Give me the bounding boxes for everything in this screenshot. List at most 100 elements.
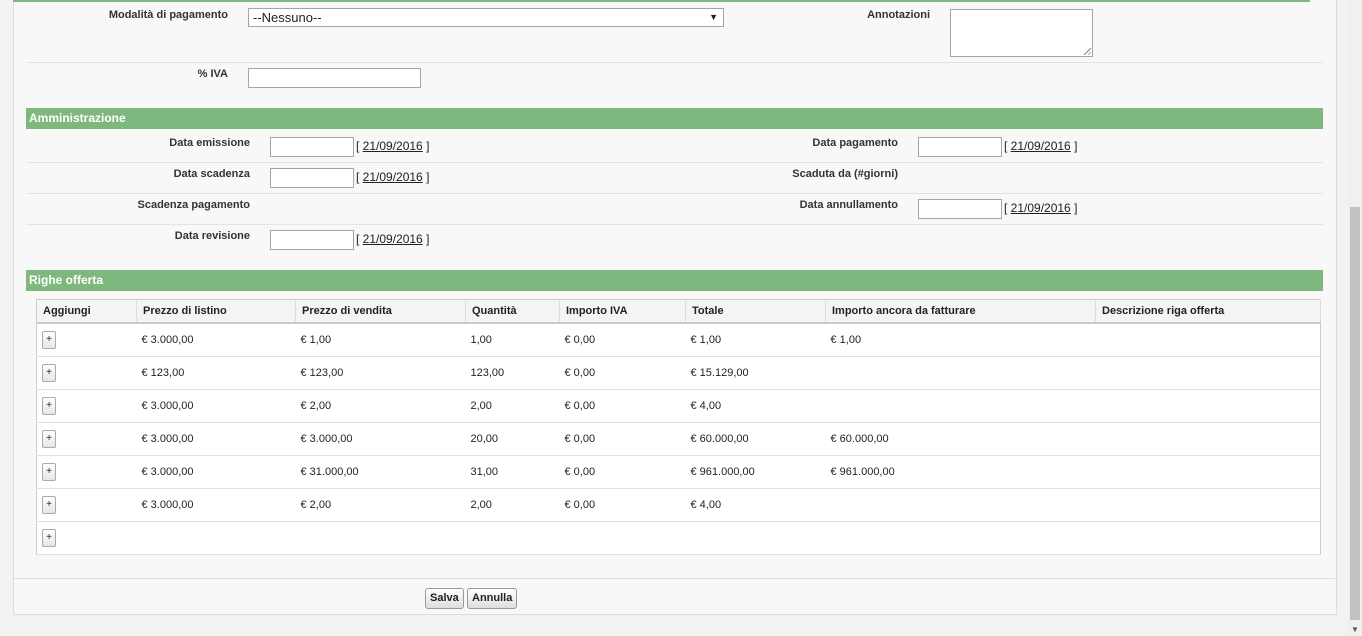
issue-date-label: Data emissione bbox=[169, 137, 250, 149]
revision-date-shortcut: [ 21/09/2016 ] bbox=[356, 232, 430, 246]
table-header-row: Aggiungi Prezzo di listino Prezzo di ven… bbox=[36, 299, 1321, 324]
description-cell bbox=[1095, 356, 1321, 390]
payment-date-input[interactable] bbox=[918, 137, 1002, 157]
revision-date-label: Data revisione bbox=[174, 230, 250, 242]
sale-price-cell: € 1,00 bbox=[295, 323, 466, 357]
due-date-input[interactable] bbox=[270, 168, 354, 188]
vat-amount-cell: € 0,00 bbox=[559, 356, 686, 390]
remaining-cell bbox=[825, 389, 1096, 423]
description-cell bbox=[1095, 455, 1321, 489]
payment-due-label: Scadenza pagamento bbox=[137, 199, 250, 211]
cancel-button[interactable]: Annulla bbox=[467, 588, 518, 609]
add-cell: + bbox=[36, 356, 137, 390]
resize-grip-icon[interactable] bbox=[1084, 48, 1091, 55]
add-cell: + bbox=[36, 488, 137, 522]
vat-label: % IVA bbox=[197, 68, 228, 80]
row-divider bbox=[26, 162, 1323, 163]
quantity-cell: 20,00 bbox=[465, 422, 560, 456]
row-divider bbox=[26, 62, 1323, 63]
cancel-date-shortcut: [ 21/09/2016 ] bbox=[1004, 201, 1078, 215]
add-cell: + bbox=[36, 422, 137, 456]
quantity-cell: 1,00 bbox=[465, 323, 560, 357]
description-cell bbox=[1095, 389, 1321, 423]
total-cell: € 4,00 bbox=[685, 389, 826, 423]
table-row: + € 3.000,00 € 2,00 2,00 € 0,00 € 4,00 bbox=[36, 488, 1321, 522]
description-cell bbox=[1095, 521, 1321, 555]
vat-amount-cell: € 0,00 bbox=[559, 323, 686, 357]
cancel-date-input[interactable] bbox=[918, 199, 1002, 219]
top-section-bar bbox=[13, 0, 1310, 2]
total-cell: € 961.000,00 bbox=[685, 455, 826, 489]
table-row: + € 3.000,00 € 3.000,00 20,00 € 0,00 € 60.000… bbox=[36, 422, 1321, 456]
add-cell: + bbox=[36, 521, 137, 555]
table-row: + € 3.000,00 € 31.000,00 31,00 € 0,00 € 961.0… bbox=[36, 455, 1321, 489]
vat-amount-cell: € 0,00 bbox=[559, 488, 686, 522]
total-cell: € 15.129,00 bbox=[685, 356, 826, 390]
remaining-cell: € 60.000,00 bbox=[825, 422, 1096, 456]
remaining-cell bbox=[825, 488, 1096, 522]
list-price-cell: € 3.000,00 bbox=[136, 323, 296, 357]
cancel-date-label: Data annullamento bbox=[799, 199, 898, 211]
notes-label: Annotazioni bbox=[867, 9, 930, 21]
add-row-button[interactable]: + bbox=[42, 364, 56, 382]
empty-table-row: + bbox=[36, 521, 1321, 555]
sale-price-cell: € 3.000,00 bbox=[295, 422, 466, 456]
vat-input[interactable] bbox=[248, 68, 421, 88]
payment-date-link[interactable]: 21/09/2016 bbox=[1011, 139, 1071, 153]
add-row-button[interactable]: + bbox=[42, 496, 56, 514]
description-cell bbox=[1095, 422, 1321, 456]
vat-amount-cell: € 0,00 bbox=[559, 389, 686, 423]
payment-date-shortcut: [ 21/09/2016 ] bbox=[1004, 139, 1078, 153]
payment-date-label: Data pagamento bbox=[812, 137, 898, 149]
add-row-button[interactable]: + bbox=[42, 397, 56, 415]
issue-date-link[interactable]: 21/09/2016 bbox=[363, 139, 423, 153]
footer-divider bbox=[13, 578, 1335, 579]
vertical-scrollbar[interactable]: ▼ bbox=[1348, 0, 1362, 636]
remaining-cell: € 1,00 bbox=[825, 323, 1096, 357]
remaining-cell bbox=[825, 356, 1096, 390]
sale-price-cell: € 31.000,00 bbox=[295, 455, 466, 489]
description-cell bbox=[1095, 323, 1321, 357]
due-date-link[interactable]: 21/09/2016 bbox=[363, 170, 423, 184]
cancel-date-link[interactable]: 21/09/2016 bbox=[1011, 201, 1071, 215]
due-date-shortcut: [ 21/09/2016 ] bbox=[356, 170, 430, 184]
chevron-down-icon: ▼ bbox=[709, 12, 718, 22]
column-header: Importo ancora da fatturare bbox=[825, 299, 1096, 324]
scrollbar-thumb[interactable] bbox=[1350, 207, 1360, 620]
add-cell: + bbox=[36, 323, 137, 357]
row-divider bbox=[26, 193, 1323, 194]
row-divider bbox=[26, 224, 1323, 225]
description-cell bbox=[1095, 488, 1321, 522]
notes-textarea[interactable] bbox=[950, 9, 1093, 57]
total-cell: € 4,00 bbox=[685, 488, 826, 522]
due-date-label: Data scadenza bbox=[173, 168, 250, 180]
quantity-cell: 31,00 bbox=[465, 455, 560, 489]
revision-date-link[interactable]: 21/09/2016 bbox=[363, 232, 423, 246]
list-price-cell: € 3.000,00 bbox=[136, 488, 296, 522]
payment-method-select[interactable]: --Nessuno-- ▼ bbox=[248, 8, 724, 27]
sale-price-cell: € 2,00 bbox=[295, 488, 466, 522]
revision-date-input[interactable] bbox=[270, 230, 354, 250]
save-button[interactable]: Salva bbox=[425, 588, 464, 609]
table-row: + € 3.000,00 € 2,00 2,00 € 0,00 € 4,00 bbox=[36, 389, 1321, 423]
issue-date-input[interactable] bbox=[270, 137, 354, 157]
lines-section-title: Righe offerta bbox=[26, 270, 1323, 291]
scroll-down-arrow-icon[interactable]: ▼ bbox=[1351, 625, 1359, 634]
add-cell: + bbox=[36, 455, 137, 489]
issue-date-shortcut: [ 21/09/2016 ] bbox=[356, 139, 430, 153]
remaining-cell bbox=[825, 521, 1096, 555]
column-header: Aggiungi bbox=[36, 299, 137, 324]
add-row-button[interactable]: + bbox=[42, 529, 56, 547]
quantity-cell bbox=[465, 521, 560, 555]
add-row-button[interactable]: + bbox=[42, 430, 56, 448]
vat-amount-cell bbox=[559, 521, 686, 555]
payment-method-value: --Nessuno-- bbox=[253, 10, 322, 25]
table-body: + € 3.000,00 € 1,00 1,00 € 0,00 € 1,00 € 1,00 +… bbox=[36, 323, 1321, 555]
add-row-button[interactable]: + bbox=[42, 331, 56, 349]
add-row-button[interactable]: + bbox=[42, 463, 56, 481]
vat-amount-cell: € 0,00 bbox=[559, 455, 686, 489]
column-header: Prezzo di listino bbox=[136, 299, 296, 324]
column-header: Descrizione riga offerta bbox=[1095, 299, 1321, 324]
column-header: Totale bbox=[685, 299, 826, 324]
total-cell: € 1,00 bbox=[685, 323, 826, 357]
